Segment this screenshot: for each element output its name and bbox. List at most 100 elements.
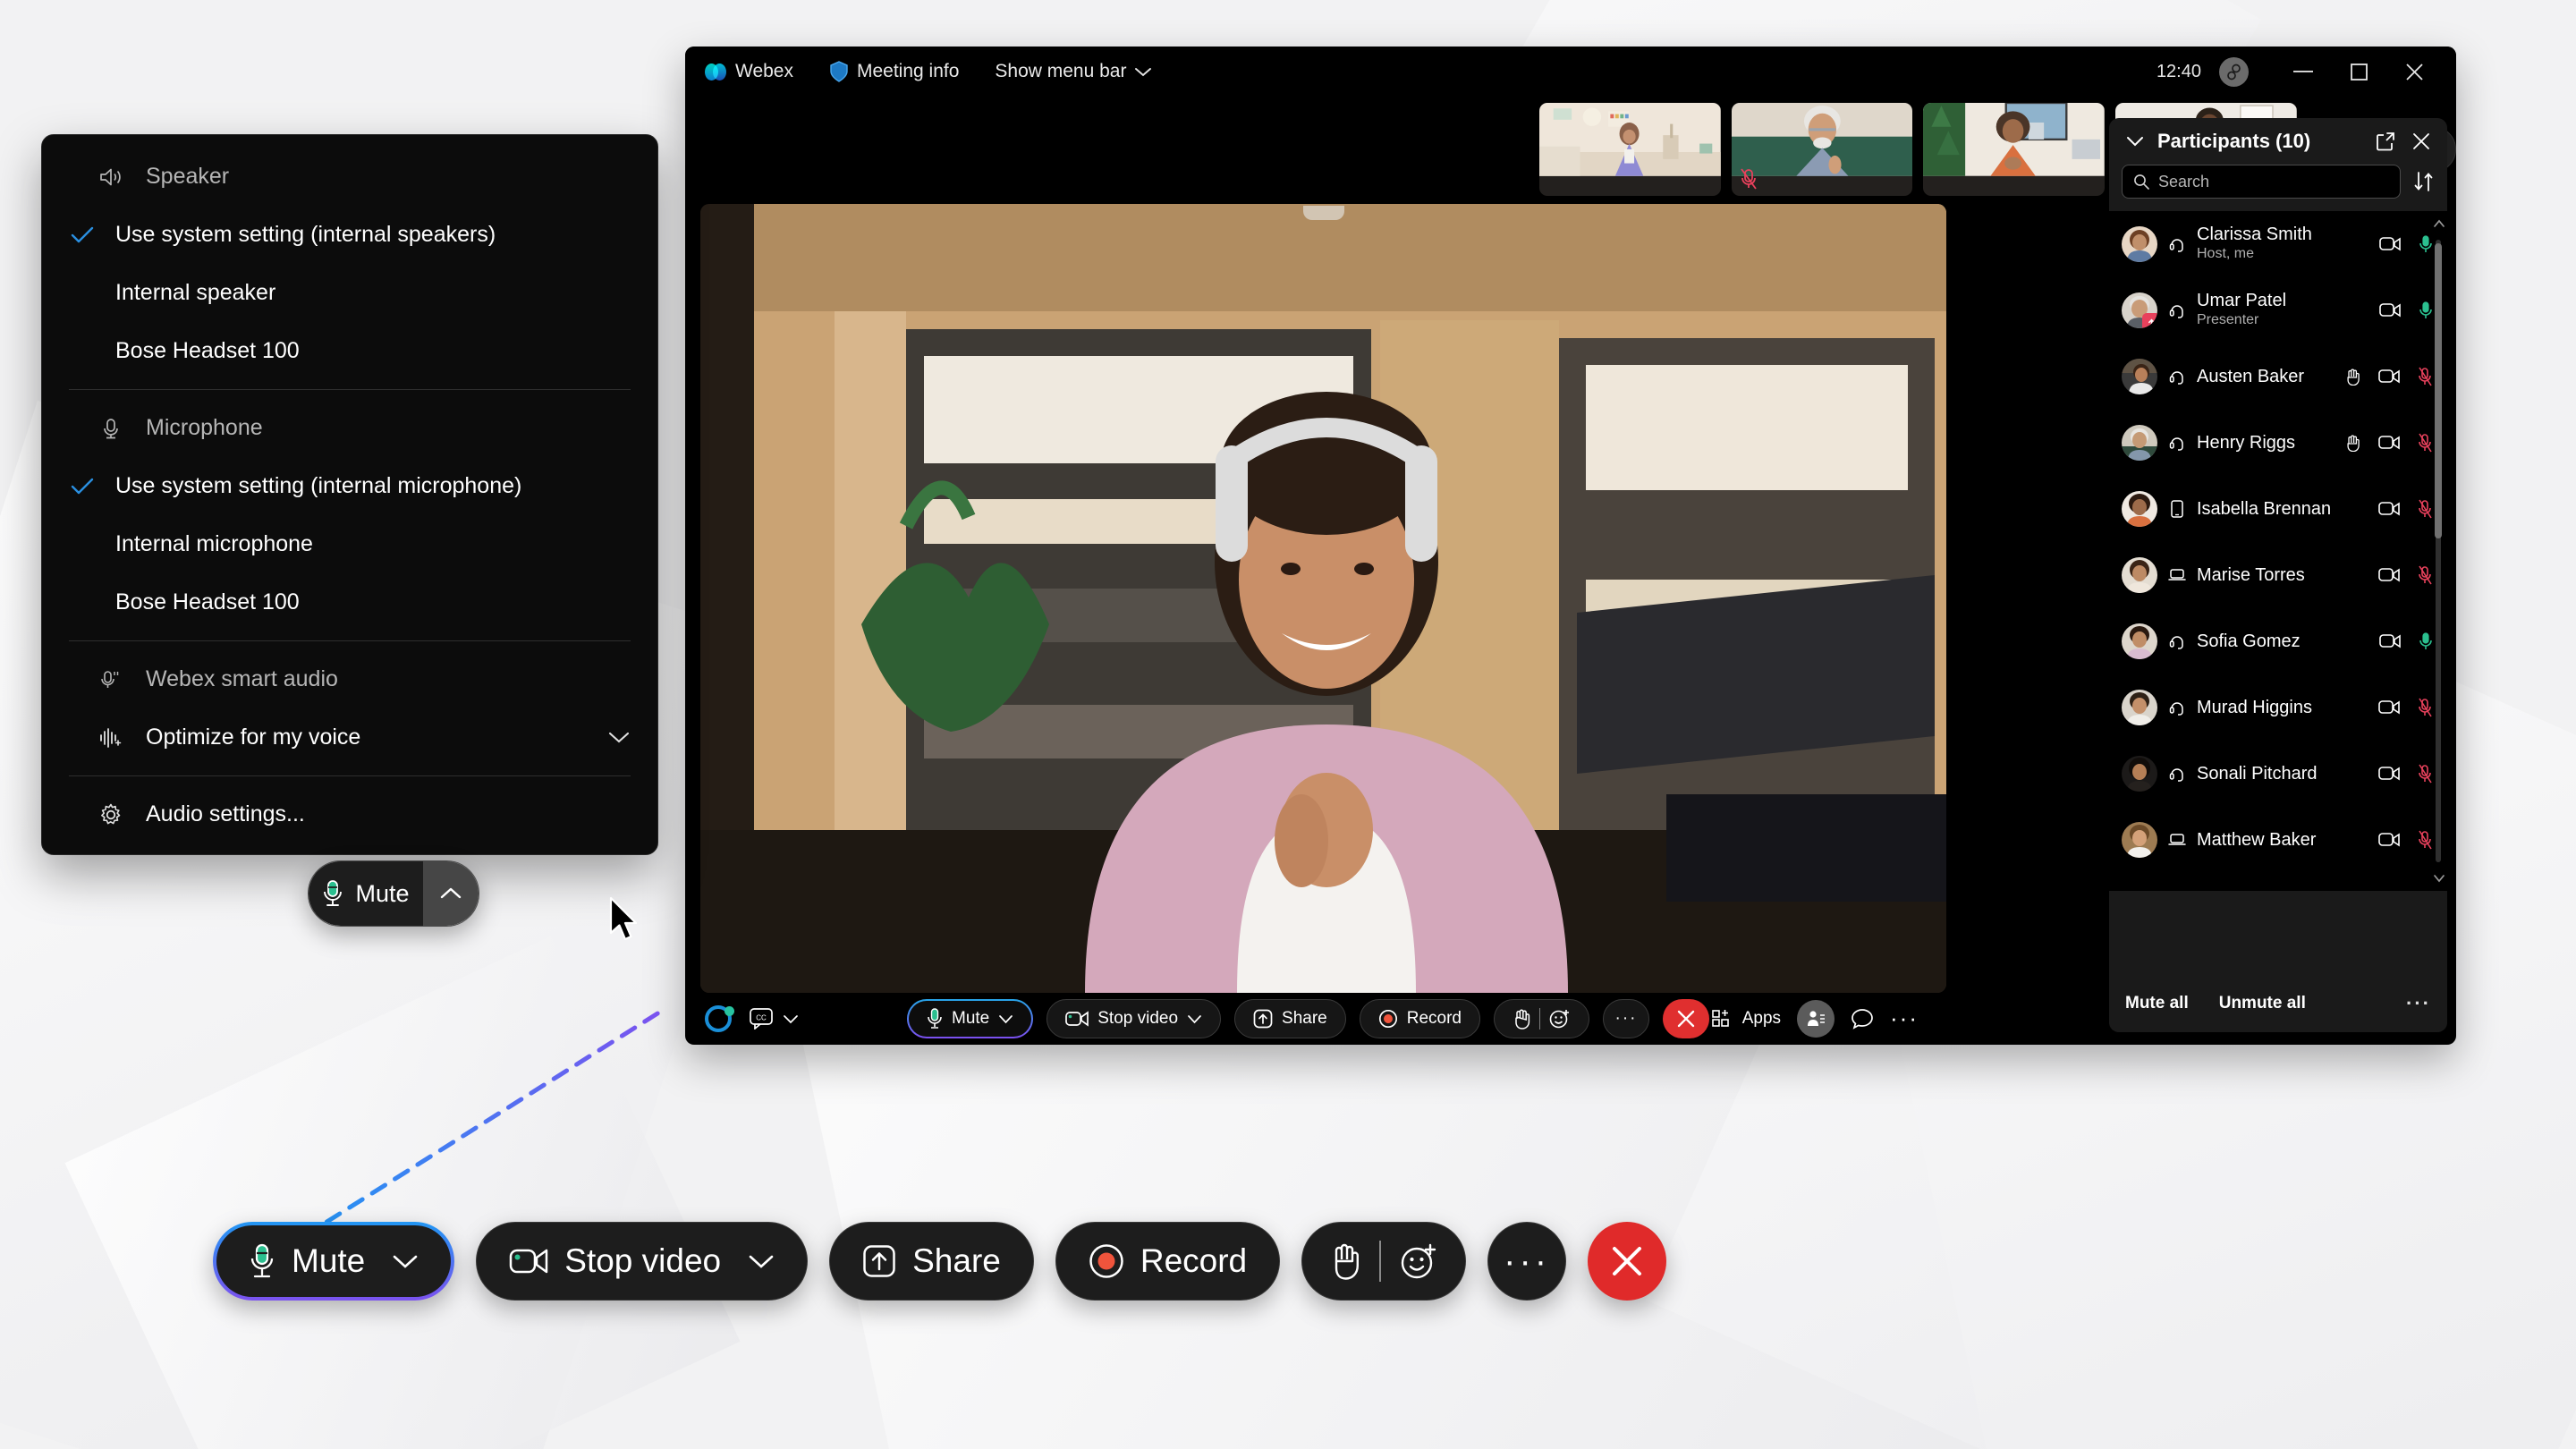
participants-scrollbar[interactable] [2433,218,2445,884]
scrollbar-thumb[interactable] [2435,243,2442,538]
search-input[interactable] [2158,172,2389,191]
mic-off-icon[interactable] [2418,367,2433,386]
big-reactions-button[interactable] [1301,1222,1467,1301]
show-menu-bar-button[interactable]: Show menu bar [995,61,1152,82]
participant-row[interactable]: Sonali Pitchard [2109,741,2447,807]
mic-off-icon[interactable] [2418,433,2433,453]
participant-name: Sofia Gomez [2197,631,2301,651]
big-stop-video-chevron-icon[interactable] [748,1253,775,1269]
minimize-button[interactable] [2275,47,2331,97]
mic-on-icon[interactable] [2419,234,2433,254]
chevron-down-icon[interactable] [607,731,631,744]
participant-row[interactable]: Murad Higgins [2109,674,2447,741]
headset-icon [2166,434,2188,452]
big-mute-button[interactable]: Mute [213,1222,454,1301]
popout-panel-icon[interactable] [2372,128,2399,155]
participant-status-icons [2378,830,2433,850]
mute-dropdown-caret[interactable] [423,861,479,926]
panel-more-button[interactable]: ··· [1890,1007,1919,1030]
microphone-option-1[interactable]: Internal microphone [42,515,657,573]
video-on-icon[interactable] [2379,633,2401,649]
raised-hand-icon[interactable] [2345,434,2360,452]
titlebar-right-group: 12:40 [2157,47,2442,97]
video-on-icon[interactable] [2378,435,2400,451]
connection-badge-icon[interactable] [2219,56,2249,87]
participants-toggle-button[interactable] [1797,1000,1835,1038]
microphone-option-0[interactable]: Use system setting (internal microphone) [42,457,657,515]
close-button[interactable] [2386,47,2442,97]
mic-off-icon[interactable] [2418,830,2433,850]
meeting-info-button[interactable]: Meeting info [829,61,959,82]
raised-hand-icon[interactable] [2345,368,2360,386]
thumbnail-video-1[interactable] [1539,103,1721,196]
headset-icon [2166,301,2188,319]
mute-button[interactable]: Mute [907,999,1033,1038]
mute-split-button[interactable]: Mute [308,860,479,927]
video-on-icon[interactable] [2378,832,2400,848]
close-icon [1609,1243,1645,1279]
close-panel-icon[interactable] [2408,128,2435,155]
participant-row[interactable]: Matthew Baker [2109,807,2447,873]
big-share-button[interactable]: Share [829,1222,1034,1301]
mic-on-icon[interactable] [2419,631,2433,651]
reactions-button[interactable] [1494,999,1589,1038]
big-more-options-button[interactable]: ··· [1487,1222,1567,1301]
collapse-chevron-icon[interactable] [2122,128,2148,155]
panel-footer-more-button[interactable]: ··· [2406,992,2431,1015]
video-on-icon[interactable] [2379,302,2401,318]
thumbnail-video-3[interactable] [1923,103,2106,196]
participant-row[interactable]: Marise Torres [2109,542,2447,608]
participant-row[interactable]: Clarissa Smith Host, me [2109,211,2447,277]
participant-row[interactable]: Umar Patel Presenter [2109,277,2447,343]
scroll-up-arrow-icon[interactable] [2433,218,2445,229]
participant-status-icons [2378,565,2433,585]
big-record-button[interactable]: Record [1055,1222,1281,1301]
mic-off-icon[interactable] [2418,698,2433,717]
speaker-option-1[interactable]: Internal speaker [42,264,657,322]
speaker-option-0[interactable]: Use system setting (internal speakers) [42,206,657,264]
participant-row[interactable]: Sofia Gomez [2109,608,2447,674]
thumbnail-video-2[interactable] [1731,103,1913,196]
video-on-icon[interactable] [2378,699,2400,716]
mute-all-button[interactable]: Mute all [2125,994,2189,1013]
sort-participants-icon[interactable] [2413,171,2435,192]
search-box[interactable] [2122,165,2401,199]
camera-notch [1302,206,1344,220]
audio-settings-item[interactable]: Audio settings... [42,785,657,843]
participant-row[interactable]: Austen Baker [2109,343,2447,410]
microphone-icon [96,418,126,439]
microphone-option-2[interactable]: Bose Headset 100 [42,573,657,631]
video-on-icon[interactable] [2378,567,2400,583]
share-button[interactable]: Share [1234,999,1346,1038]
mute-main-part[interactable]: Mute [309,861,423,926]
big-stop-video-button[interactable]: Stop video [476,1222,809,1301]
video-on-icon[interactable] [2378,501,2400,517]
apps-button[interactable]: Apps [1711,1009,1781,1029]
record-button[interactable]: Record [1359,999,1480,1038]
leave-meeting-button[interactable] [1663,999,1709,1038]
video-on-icon[interactable] [2378,766,2400,782]
unmute-all-button[interactable]: Unmute all [2219,994,2306,1013]
speaker-option-2[interactable]: Bose Headset 100 [42,322,657,380]
mic-on-icon[interactable] [2419,301,2433,320]
scroll-down-arrow-icon[interactable] [2433,873,2445,884]
maximize-button[interactable] [2331,47,2386,97]
more-options-button[interactable]: ··· [1603,999,1649,1038]
big-leave-meeting-button[interactable] [1588,1222,1667,1301]
speaker-section-label: Speaker [146,164,230,189]
optimize-for-my-voice-item[interactable]: Optimize for my voice [42,708,657,767]
chat-button[interactable] [1851,1007,1874,1030]
big-mute-chevron-icon[interactable] [392,1253,419,1269]
stop-video-chevron-icon[interactable] [1187,1014,1202,1024]
stop-video-button[interactable]: Stop video [1046,999,1222,1038]
mute-chevron-icon[interactable] [998,1014,1013,1024]
mic-off-icon[interactable] [2418,565,2433,585]
participants-list[interactable]: Clarissa Smith Host, me Umar Patel Prese… [2109,211,2447,891]
participant-row[interactable]: Isabella Brennan [2109,476,2447,542]
video-on-icon[interactable] [2379,236,2401,252]
participant-row[interactable]: Henry Riggs [2109,410,2447,476]
avatar [2122,491,2157,527]
video-on-icon[interactable] [2378,369,2400,385]
mic-off-icon[interactable] [2418,764,2433,784]
mic-off-icon[interactable] [2418,499,2433,519]
